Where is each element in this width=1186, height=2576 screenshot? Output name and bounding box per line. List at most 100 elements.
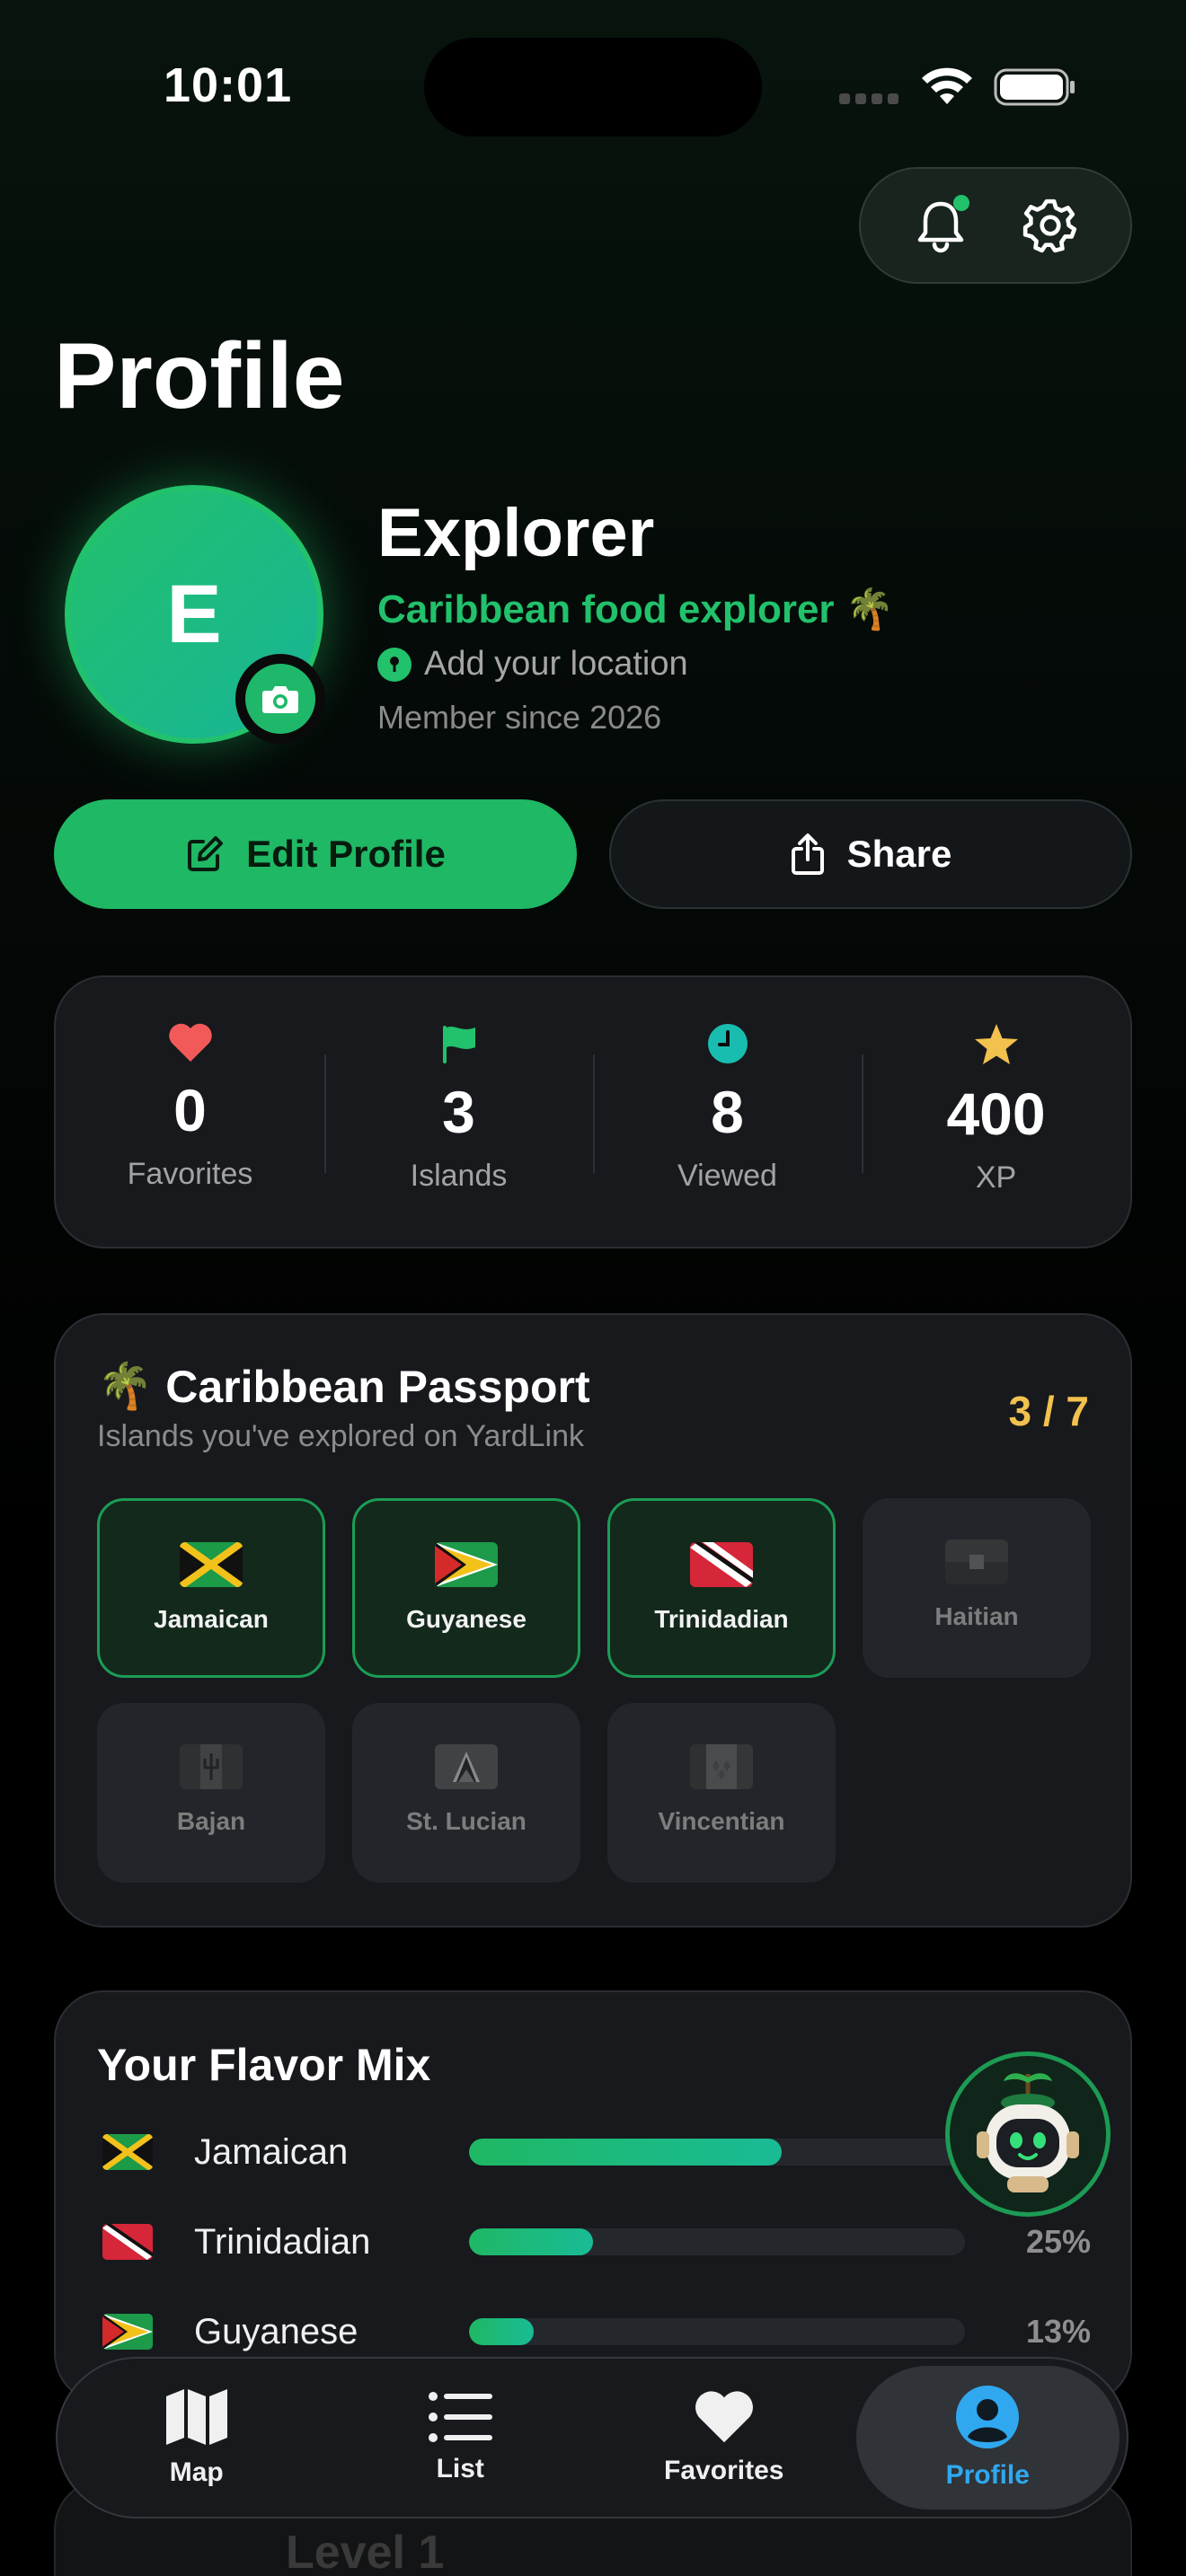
stat-value: 0: [173, 1077, 207, 1143]
island-tile-jamaican[interactable]: Jamaican: [97, 1498, 325, 1678]
stat-xp[interactable]: 400 XP: [862, 977, 1130, 1247]
island-tile-haitian[interactable]: Haitian: [863, 1498, 1091, 1678]
stat-favorites[interactable]: 0 Favorites: [56, 977, 324, 1247]
notifications-button[interactable]: [905, 190, 977, 261]
header-actions: [859, 167, 1132, 284]
flavor-row-guyanese: Guyanese 13%: [102, 2305, 1100, 2359]
heart-icon: [695, 2391, 753, 2443]
flavor-name: Jamaican: [194, 2131, 349, 2172]
page-title: Profile: [54, 324, 345, 428]
tab-bar: Map List Favorites Profile: [56, 2357, 1128, 2519]
profile-icon: [956, 2386, 1020, 2448]
trinidad-flag-icon: [690, 1542, 753, 1587]
flavor-bar-track: [469, 2139, 965, 2166]
stat-label: Viewed: [677, 1159, 777, 1193]
map-icon: [165, 2389, 227, 2445]
island-tile-vincentian[interactable]: Vincentian: [607, 1703, 836, 1883]
trinidad-flag-icon: [102, 2224, 153, 2260]
island-label: Jamaican: [154, 1605, 269, 1633]
passport-title: 🌴 Caribbean Passport: [97, 1360, 590, 1413]
notification-dot: [953, 195, 969, 211]
heart-icon: [168, 1023, 212, 1062]
passport-title-text: Caribbean Passport: [165, 1361, 590, 1412]
flavor-bar-track: [469, 2228, 965, 2255]
gear-icon: [1022, 198, 1077, 253]
flavor-mix-title: Your Flavor Mix: [97, 2040, 431, 2090]
flavor-bar-fill: [469, 2228, 593, 2255]
flag-icon: [442, 1026, 475, 1063]
wifi-icon: [922, 67, 972, 104]
caribbean-passport-card: 🌴 Caribbean Passport Islands you've expl…: [54, 1313, 1132, 1928]
share-button[interactable]: Share: [609, 799, 1132, 909]
flavor-bar-fill: [469, 2139, 782, 2166]
avatar[interactable]: E: [65, 485, 325, 744]
st-vincent-flag-icon: [690, 1744, 753, 1789]
profile-screen: 10:01 Profile E Explorer Caribbean food …: [0, 0, 1186, 2576]
member-since: Member since 2026: [377, 699, 662, 736]
stat-label: XP: [975, 1160, 1017, 1195]
tab-label: Favorites: [664, 2456, 784, 2485]
tab-favorites[interactable]: Favorites: [592, 2366, 856, 2510]
tab-map[interactable]: Map: [65, 2366, 329, 2510]
location-pin-icon: [377, 647, 412, 682]
palm-tree-icon: 🌴: [97, 1361, 154, 1411]
stat-label: Islands: [410, 1159, 508, 1193]
tab-profile[interactable]: Profile: [855, 2366, 1120, 2510]
barbados-flag-icon: [180, 1744, 243, 1789]
island-tile-bajan[interactable]: Bajan: [97, 1703, 325, 1883]
tab-label: Profile: [945, 2460, 1030, 2490]
passport-subtitle: Islands you've explored on YardLink: [97, 1419, 585, 1453]
stats-card: 0 Favorites 3 Islands 8 Viewed 400 XP: [54, 975, 1132, 1248]
list-icon: [429, 2392, 493, 2442]
st-lucia-flag-icon: [435, 1744, 498, 1789]
flavor-bar-track: [469, 2318, 965, 2345]
flavor-percent: 25%: [1025, 2223, 1091, 2260]
stat-viewed[interactable]: 8 Viewed: [593, 977, 862, 1247]
island-tile-guyanese[interactable]: Guyanese: [352, 1498, 580, 1678]
flavor-row-trinidadian: Trinidadian 25%: [102, 2215, 1100, 2269]
tab-label: Map: [169, 2457, 224, 2487]
island-tile-st-lucian[interactable]: St. Lucian: [352, 1703, 580, 1883]
change-photo-button[interactable]: [235, 654, 325, 744]
dynamic-island: [424, 38, 762, 137]
stat-value: 3: [442, 1079, 475, 1145]
share-icon: [791, 834, 824, 875]
camera-icon: [262, 686, 298, 713]
stat-label: Favorites: [127, 1157, 253, 1191]
robot-mascot-icon: [977, 2073, 1079, 2192]
edit-profile-button[interactable]: Edit Profile: [54, 799, 577, 909]
tab-label: List: [436, 2454, 484, 2483]
add-location-link[interactable]: Add your location: [377, 645, 688, 684]
jamaica-flag-icon: [102, 2134, 153, 2170]
settings-button[interactable]: [1014, 190, 1086, 261]
status-time: 10:01: [164, 58, 293, 112]
profile-name: Explorer: [377, 495, 655, 571]
guyana-flag-icon: [435, 1542, 498, 1587]
island-label: Haitian: [934, 1602, 1019, 1630]
jamaica-flag-icon: [180, 1542, 243, 1587]
battery-icon: [994, 68, 1075, 106]
level-label: Level 1: [286, 2527, 445, 2576]
stat-value: 8: [711, 1079, 744, 1145]
share-label: Share: [846, 833, 952, 875]
profile-tagline: Caribbean food explorer 🌴: [377, 587, 895, 631]
island-label: Vincentian: [658, 1807, 785, 1835]
haiti-flag-icon: [945, 1539, 1008, 1584]
stat-value: 400: [946, 1081, 1046, 1147]
star-icon: [974, 1024, 1018, 1064]
flavor-name: Trinidadian: [194, 2221, 371, 2262]
island-label: St. Lucian: [406, 1807, 527, 1835]
cellular-signal-icon: [839, 93, 898, 104]
tab-list[interactable]: List: [329, 2366, 593, 2510]
mascot-assistant-button[interactable]: [945, 2051, 1111, 2217]
island-label: Guyanese: [406, 1605, 527, 1633]
island-label: Trinidadian: [654, 1605, 789, 1633]
island-tile-trinidadian[interactable]: Trinidadian: [607, 1498, 836, 1678]
passport-count: 3 / 7: [1008, 1388, 1089, 1434]
island-label: Bajan: [176, 1807, 246, 1835]
stat-islands[interactable]: 3 Islands: [324, 977, 593, 1247]
edit-profile-label: Edit Profile: [246, 833, 446, 875]
flavor-name: Guyanese: [194, 2311, 358, 2351]
flavor-percent: 13%: [1025, 2313, 1091, 2350]
flavor-bar-fill: [469, 2318, 534, 2345]
